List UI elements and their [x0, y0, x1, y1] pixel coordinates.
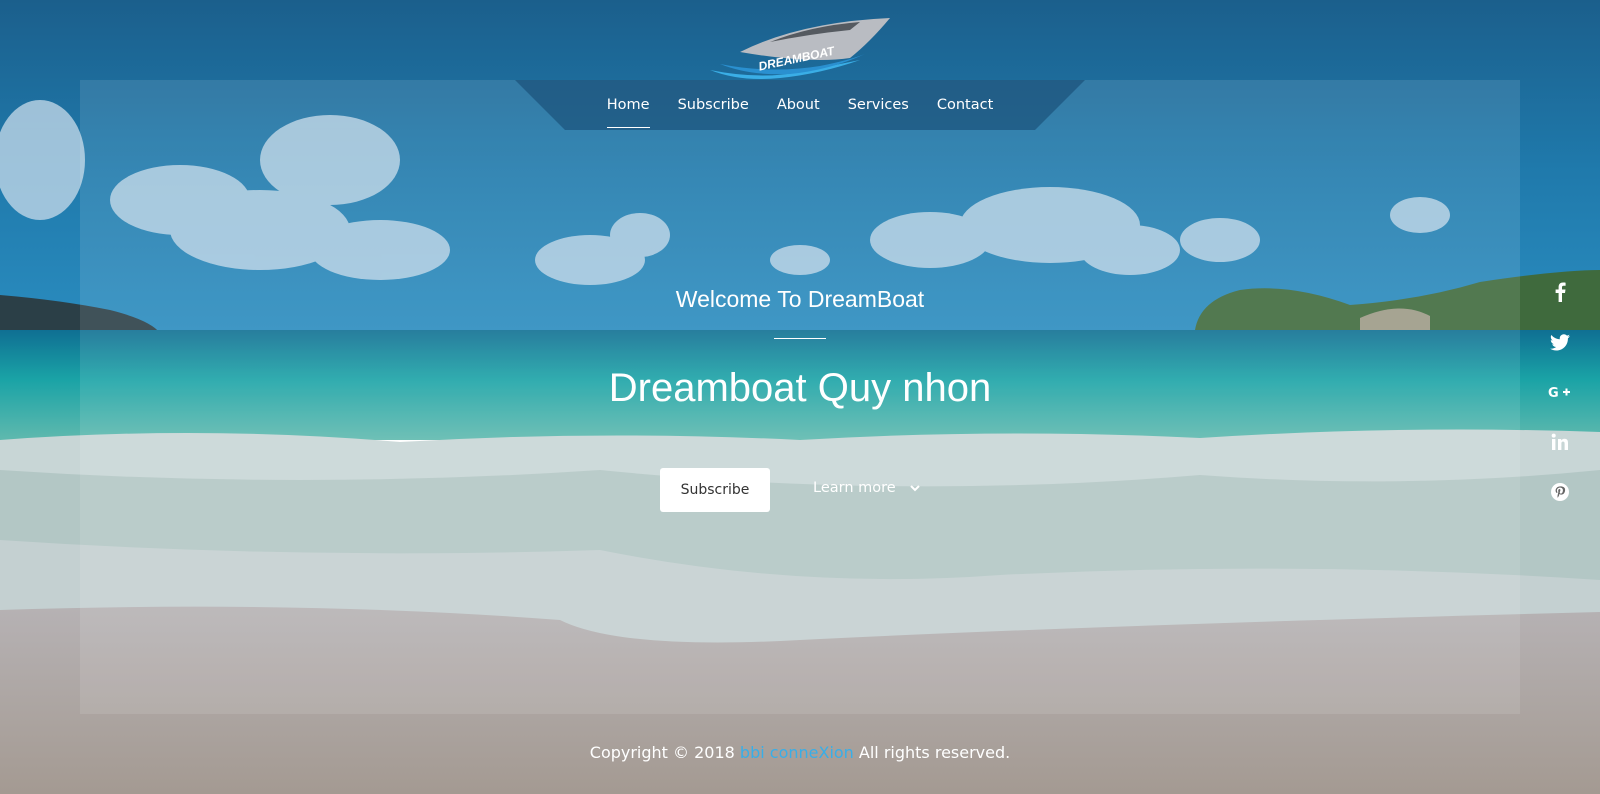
nav-subscribe[interactable]: Subscribe — [664, 94, 763, 116]
hero-title: Dreamboat Quy nhon — [608, 366, 992, 410]
nav-services[interactable]: Services — [834, 94, 923, 116]
footer-prefix: Copyright © 2018 — [589, 743, 740, 762]
linkedin-icon[interactable] — [1546, 428, 1574, 456]
nav-contact[interactable]: Contact — [923, 94, 1007, 116]
learn-more-link[interactable]: Learn more — [813, 480, 920, 496]
google-plus-icon[interactable]: G — [1546, 378, 1574, 406]
footer-company-link[interactable]: bbi conneXion — [740, 743, 854, 762]
hero-welcome-text: Welcome To DreamBoat — [675, 286, 925, 312]
twitter-icon[interactable] — [1546, 328, 1574, 356]
facebook-icon[interactable] — [1546, 278, 1574, 306]
social-links: G — [1546, 278, 1574, 528]
dreamboat-logo[interactable]: DREAMBOAT — [700, 12, 900, 84]
footer-suffix: All rights reserved. — [853, 743, 1011, 762]
learn-more-label: Learn more — [813, 480, 896, 496]
svg-text:G: G — [1548, 386, 1559, 399]
footer-copyright: Copyright © 2018 bbi conneXion All right… — [0, 743, 1600, 762]
hero-divider — [774, 338, 826, 339]
chevron-down-icon — [909, 480, 920, 496]
nav-about[interactable]: About — [763, 94, 834, 116]
nav-home[interactable]: Home — [593, 94, 664, 128]
main-nav: Home Subscribe About Services Contact — [0, 94, 1600, 128]
pinterest-icon[interactable] — [1546, 478, 1574, 506]
subscribe-button[interactable]: Subscribe — [660, 468, 770, 512]
